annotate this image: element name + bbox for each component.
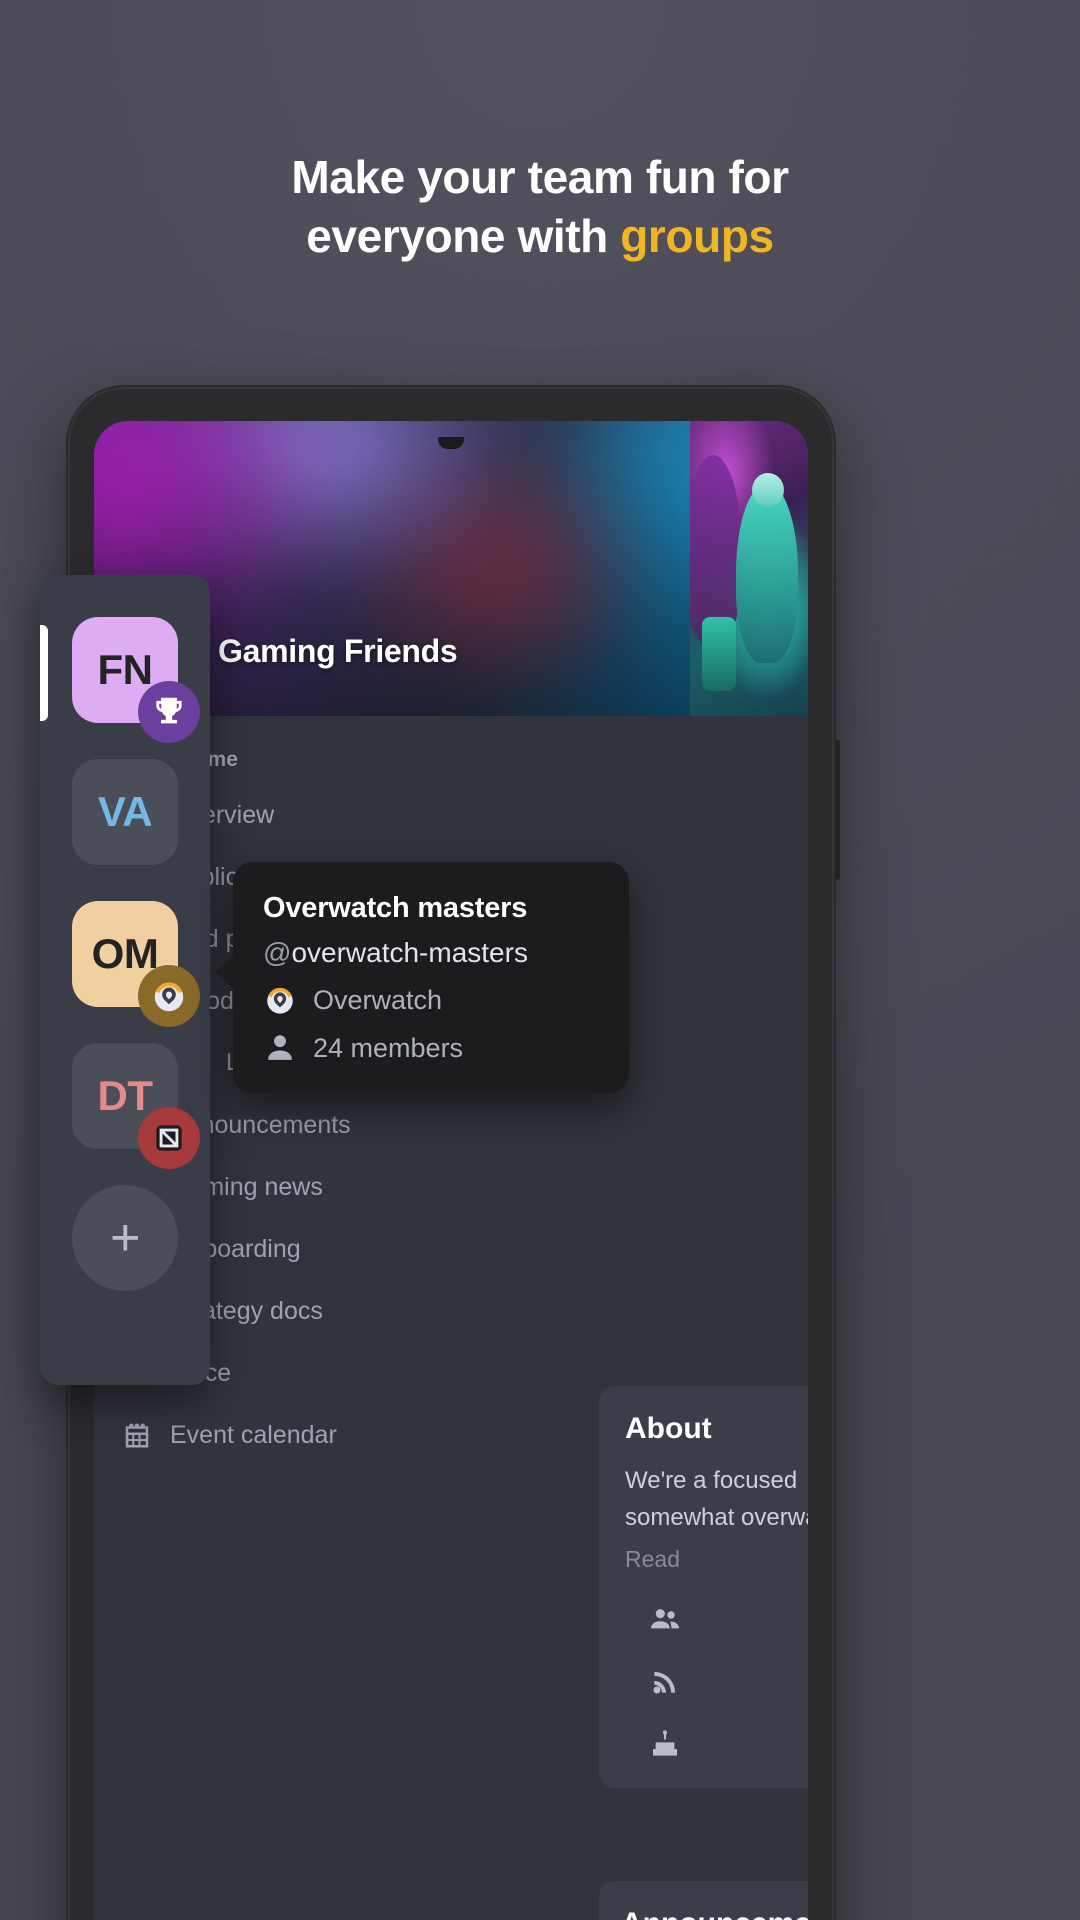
overwatch-icon: [263, 983, 297, 1017]
tooltip-game-row: Overwatch: [263, 983, 599, 1017]
server-initials: VA: [97, 788, 153, 835]
dota-icon: [138, 1107, 200, 1169]
cake-icon[interactable]: [649, 1729, 808, 1766]
game-art-head: [752, 473, 784, 507]
about-card-body: We're a focused somewhat overwa: [625, 1467, 808, 1532]
tooltip-members-label: 24 members: [313, 1032, 464, 1063]
server-rail-inner: FN VA OM DT +: [40, 575, 210, 1385]
game-art-panel: [690, 421, 808, 716]
about-card-read-more[interactable]: Read: [625, 1546, 808, 1573]
tooltip-group-name: Overwatch masters: [263, 892, 528, 924]
headline-line-2: everyone with groups: [0, 207, 1080, 266]
about-card-title: About: [625, 1412, 712, 1445]
calendar-icon: [122, 1420, 152, 1450]
server-icon-om[interactable]: OM: [72, 901, 200, 1027]
server-rail: FN VA OM DT +: [40, 575, 210, 1385]
server-icon-fn[interactable]: FN: [72, 617, 200, 743]
rss-icon[interactable]: [649, 1666, 808, 1703]
person-icon: [263, 1031, 297, 1065]
announcements-card: Announcements: [599, 1881, 808, 1920]
phone-side-button: [835, 740, 840, 880]
server-tooltip: Overwatch masters @overwatch-masters Ove…: [215, 862, 629, 1093]
members-icon[interactable]: [649, 1603, 808, 1640]
tooltip-game-label: Overwatch: [313, 984, 443, 1015]
team-name: Gaming Friends: [218, 632, 458, 669]
page-headline: Make your team fun for everyone with gro…: [0, 148, 1080, 266]
overwatch-icon: [138, 965, 200, 1027]
tooltip-handle-text: overwatch-masters: [291, 937, 528, 968]
channel-label: Event calendar: [170, 1420, 337, 1449]
add-server-button[interactable]: +: [72, 1185, 178, 1291]
about-card-icons: [625, 1603, 808, 1766]
at-symbol: @: [263, 937, 292, 968]
server-initials: FN: [97, 646, 154, 693]
server-icon-dt[interactable]: DT: [72, 1043, 200, 1169]
headline-accent-word: groups: [620, 209, 774, 262]
tooltip-handle: @overwatch-masters: [263, 937, 599, 969]
add-server-label: +: [110, 1209, 140, 1267]
server-icon-va[interactable]: VA: [72, 759, 178, 865]
trophy-icon: [138, 681, 200, 743]
server-initials: OM: [91, 930, 159, 977]
game-art-prop: [702, 617, 736, 691]
server-initials: DT: [97, 1072, 154, 1119]
game-art-figure-right: [736, 483, 798, 663]
headline-line-2-prefix: everyone with: [306, 209, 621, 262]
announcements-card-title: Announcements: [621, 1907, 808, 1920]
about-card: About We're a focused somewhat overwa Re…: [599, 1386, 808, 1789]
headline-line-1: Make your team fun for: [291, 151, 789, 203]
tooltip-members-row: 24 members: [263, 1031, 599, 1065]
